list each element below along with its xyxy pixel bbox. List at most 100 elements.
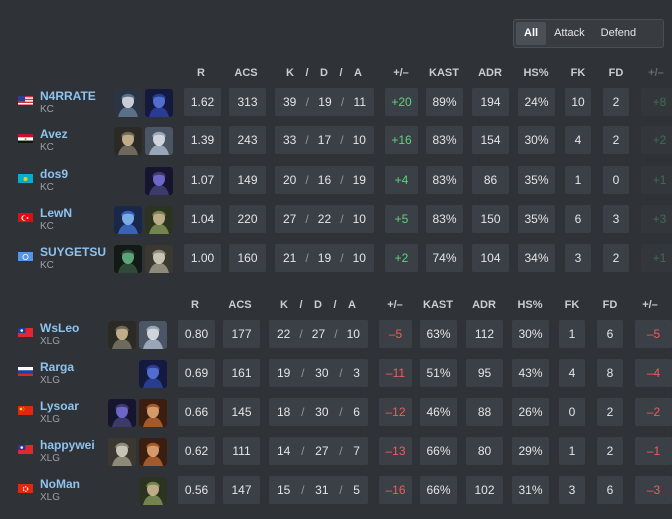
stat-r: 1.62: [184, 88, 221, 116]
kda-separator: /: [299, 327, 303, 341]
jett-agent-icon: [114, 89, 142, 117]
column-header: R: [191, 299, 199, 311]
player-team: XLG: [40, 336, 61, 347]
player-row: WsLeo XLG 0.80 177 22 / 27 / 10 –5 63% 112 30% 1 6 –5: [0, 320, 672, 351]
player-team: XLG: [40, 414, 61, 425]
player-name-link[interactable]: N4RRATE: [40, 89, 96, 103]
column-header: FD: [608, 67, 624, 79]
stat-deaths: 31: [315, 483, 329, 497]
stat-kills: 20: [283, 173, 297, 187]
stat-kills: 39: [283, 95, 297, 109]
player-team: KC: [40, 182, 54, 193]
stat-r: 0.80: [178, 320, 215, 348]
kda-separator: /: [305, 133, 309, 147]
filter-all-button[interactable]: All: [516, 22, 547, 45]
stat-kills: 14: [277, 444, 291, 458]
kda-separator: /: [340, 173, 344, 187]
stat-fpm: –4: [635, 359, 672, 387]
player-name-link[interactable]: Lysoar: [40, 399, 79, 413]
player-name-link[interactable]: happywei: [40, 438, 95, 452]
player-name-link[interactable]: WsLeo: [40, 321, 79, 335]
column-header: +/–: [393, 67, 409, 79]
stat-r: 1.07: [184, 166, 221, 194]
player-row: Rarga XLG 0.69 161 19 / 30 / 3 –11 51% 95 43% 4 8 –4: [0, 359, 672, 390]
tr-flag-icon: [18, 212, 33, 222]
player-team: KC: [40, 221, 54, 232]
filter-attack-button[interactable]: Attack: [546, 22, 593, 45]
hk-flag-icon: [18, 483, 33, 493]
column-header: R: [197, 67, 205, 79]
stat-fk: 4: [559, 359, 585, 387]
player-name-link[interactable]: Rarga: [40, 360, 74, 374]
player-team: KC: [40, 104, 54, 115]
stat-fd: 0: [603, 166, 629, 194]
column-header: HS%: [517, 299, 543, 311]
stat-kast: 83%: [426, 126, 463, 154]
stat-adr: 95: [466, 359, 503, 387]
column-header: KAST: [423, 299, 453, 311]
column-header: A: [354, 67, 362, 79]
kda-separator: /: [339, 483, 343, 497]
us-flag-icon: [18, 95, 33, 105]
stat-r: 1.39: [184, 126, 221, 154]
stat-fk: 10: [565, 88, 591, 116]
stat-pm: +16: [385, 126, 418, 154]
player-row: Lysoar XLG 0.66 145 18 / 30 / 6 –12 46% 88 26% 0 2 –2: [0, 398, 672, 429]
kda-separator: /: [305, 173, 309, 187]
player-name-link[interactable]: Avez: [40, 127, 68, 141]
stat-deaths: 30: [315, 366, 329, 380]
kda-separator: /: [339, 444, 343, 458]
stat-r: 0.62: [178, 437, 215, 465]
stat-fk: 0: [559, 398, 585, 426]
stat-fk: 4: [565, 126, 591, 154]
stat-hs: 30%: [518, 126, 555, 154]
player-name-link[interactable]: dos9: [40, 167, 68, 181]
stat-pm: +2: [385, 244, 418, 272]
stat-r: 1.00: [184, 244, 221, 272]
stat-adr: 104: [472, 244, 509, 272]
stat-adr: 112: [466, 320, 503, 348]
stat-adr: 154: [472, 126, 509, 154]
side-filter: All Attack Defend: [513, 19, 664, 48]
column-header: ACS: [234, 67, 258, 79]
stat-pm: –5: [379, 320, 412, 348]
stat-kda: 15 / 31 / 5: [269, 476, 368, 504]
player-name-link[interactable]: NoMan: [40, 477, 80, 491]
stat-acs: 220: [229, 205, 266, 233]
viper-agent-icon: [114, 245, 142, 273]
ru-flag-icon: [18, 366, 33, 376]
stat-fk: 6: [565, 205, 591, 233]
stat-kast: 46%: [420, 398, 457, 426]
column-header: ACS: [228, 299, 252, 311]
column-header: FK: [570, 67, 586, 79]
column-header: +/–: [387, 299, 403, 311]
stat-acs: 161: [223, 359, 260, 387]
stat-pm: –16: [379, 476, 412, 504]
stat-hs: 29%: [512, 437, 549, 465]
stat-pm: –12: [379, 398, 412, 426]
stat-pm: +20: [385, 88, 418, 116]
stat-deaths: 27: [311, 327, 326, 341]
filter-defend-button[interactable]: Defend: [593, 22, 644, 45]
player-name-link[interactable]: SUYGETSU: [40, 245, 106, 259]
kda-separator: /: [334, 327, 338, 341]
stat-adr: 86: [472, 166, 509, 194]
stat-kills: 21: [283, 251, 297, 265]
stat-kda: 39 / 19 / 11: [275, 88, 374, 116]
player-name-link[interactable]: LewN: [40, 206, 72, 220]
stat-adr: 194: [472, 88, 509, 116]
stat-kda: 21 / 19 / 10: [275, 244, 374, 272]
stat-adr: 150: [472, 205, 509, 233]
tw-flag-icon: [18, 327, 33, 337]
phoenix-agent-icon: [139, 399, 167, 427]
player-team: KC: [40, 260, 54, 271]
stat-pm: +5: [385, 205, 418, 233]
stat-hs: 34%: [518, 244, 555, 272]
stat-acs: 160: [229, 244, 266, 272]
stat-fpm: +1: [641, 166, 672, 194]
player-row: NoMan XLG 0.56 147 15 / 31 / 5 –16 66% 102 31% 3 6 –3: [0, 476, 672, 507]
cypher-agent-icon: [145, 245, 173, 273]
kda-separator: /: [305, 251, 309, 265]
player-row: happywei XLG 0.62 111 14 / 27 / 7 –13 66% 80 29% 1 2 –1: [0, 437, 672, 468]
stat-kast: 66%: [420, 476, 457, 504]
